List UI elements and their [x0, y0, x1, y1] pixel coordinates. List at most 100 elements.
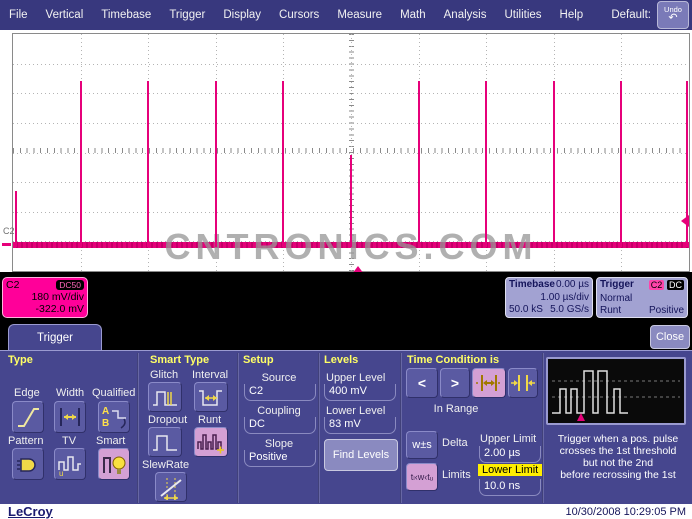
- setup-section-title: Setup: [243, 354, 274, 366]
- in-range-selected-label: In Range: [406, 403, 506, 415]
- smart-label: Smart: [96, 435, 125, 447]
- lower-level-field[interactable]: 83 mV: [324, 417, 396, 434]
- qualified-label: Qualified: [92, 387, 135, 399]
- trigger-mode: Normal: [600, 293, 632, 306]
- find-levels-button[interactable]: Find Levels: [324, 439, 398, 471]
- menu-math[interactable]: Math: [391, 9, 435, 21]
- trigger-type: Runt: [600, 305, 621, 318]
- coupling-label: Coupling: [242, 405, 316, 417]
- menu-display[interactable]: Display: [214, 9, 270, 21]
- levels-section-title: Levels: [324, 354, 358, 366]
- limits-label: Limits: [442, 469, 471, 481]
- interval-label: Interval: [192, 369, 228, 381]
- trigger-title: Trigger: [600, 279, 634, 293]
- tv-trigger-button[interactable]: u: [54, 448, 86, 480]
- timebase-descriptor-box[interactable]: Timebase 0.00 µs 1.00 µs/div 50.0 kS 5.0…: [505, 277, 593, 318]
- dropout-button[interactable]: [148, 427, 182, 457]
- type-section-title: Type: [8, 354, 33, 366]
- slewrate-label: SlewRate: [142, 459, 189, 471]
- menu-file[interactable]: File: [0, 9, 37, 21]
- dialog-tab-strip: Trigger Close: [0, 322, 692, 350]
- upper-limit-field[interactable]: 2.00 µs: [479, 446, 541, 463]
- menu-trigger[interactable]: Trigger: [160, 9, 214, 21]
- source-field[interactable]: C2: [244, 384, 316, 401]
- svg-text:A: A: [102, 406, 109, 417]
- slope-label: Slope: [242, 438, 316, 450]
- width-trigger-button[interactable]: [54, 401, 86, 433]
- upper-level-field[interactable]: 400 mV: [324, 384, 396, 401]
- source-label: Source: [242, 372, 316, 384]
- slewrate-icon: [157, 474, 185, 500]
- smart-bulb-icon: [100, 450, 128, 478]
- edge-label: Edge: [14, 387, 40, 399]
- upper-limit-label: Upper Limit: [480, 433, 536, 445]
- default-label: Default:: [611, 9, 657, 21]
- runt-button[interactable]: [194, 427, 228, 457]
- signal-spike: [553, 81, 555, 247]
- tab-trigger[interactable]: Trigger: [8, 324, 102, 351]
- menu-cursors[interactable]: Cursors: [270, 9, 328, 21]
- channel-name: C2: [6, 279, 19, 291]
- close-button[interactable]: Close: [650, 325, 690, 349]
- glitch-button[interactable]: [148, 382, 182, 412]
- glitch-label: Glitch: [150, 369, 178, 381]
- edge-icon: [14, 403, 42, 431]
- in-range-icon: [474, 370, 504, 396]
- trigger-description-line1: Trigger when a pos. pulse: [544, 433, 692, 445]
- signal-spike: [215, 81, 217, 247]
- svg-text:B: B: [102, 418, 109, 429]
- signal-spike: [282, 81, 284, 247]
- limits-button[interactable]: tₗ‹w‹tᵤ: [406, 463, 438, 491]
- menu-vertical[interactable]: Vertical: [37, 9, 93, 21]
- upper-level-label: Upper Level: [326, 372, 385, 384]
- pattern-trigger-button[interactable]: [12, 448, 44, 480]
- waveform-area: CNTRONICS.COM C2: [0, 30, 692, 272]
- runt-diagram: [546, 357, 686, 425]
- trigger-descriptor-box[interactable]: Trigger C2 DC Normal Runt Positive: [596, 277, 688, 318]
- less-than-button[interactable]: <: [406, 368, 438, 398]
- qualified-trigger-button[interactable]: A B: [98, 401, 130, 433]
- out-of-range-button[interactable]: [508, 368, 538, 398]
- interval-icon: [196, 384, 226, 410]
- greater-than-button[interactable]: >: [440, 368, 470, 398]
- trigger-source-badge: C2: [649, 280, 665, 290]
- slewrate-button[interactable]: [155, 472, 187, 502]
- delta-button-label: w±s: [412, 439, 431, 451]
- delta-button[interactable]: w±s: [406, 431, 438, 459]
- menu-analysis[interactable]: Analysis: [435, 9, 496, 21]
- channel-descriptor-box[interactable]: C2 DC50 180 mV/div -322.0 mV: [2, 277, 88, 318]
- menu-utilities[interactable]: Utilities: [495, 9, 550, 21]
- signal-spike: [620, 81, 622, 247]
- graticule: CNTRONICS.COM: [12, 33, 690, 272]
- lower-limit-field[interactable]: 10.0 ns: [479, 479, 541, 496]
- slope-field[interactable]: Positive: [244, 450, 316, 467]
- in-range-button[interactable]: [472, 368, 506, 398]
- runt-waveform-icon: [548, 359, 684, 423]
- sample-count: 50.0 kS: [509, 304, 543, 317]
- channel-axis-label: C2: [3, 226, 15, 236]
- smart-trigger-button[interactable]: [98, 448, 130, 480]
- trigger-description-line2: crosses the 1st threshold: [544, 445, 692, 457]
- trigger-coupling-badge: DC: [667, 280, 684, 290]
- edge-trigger-button[interactable]: [12, 401, 44, 433]
- coupling-badge: DC50: [56, 280, 84, 290]
- svg-text:u: u: [59, 469, 63, 478]
- trigger-description-line4: before recrossing the 1st: [544, 469, 692, 481]
- coupling-field[interactable]: DC: [244, 417, 316, 434]
- interval-button[interactable]: [194, 382, 228, 412]
- width-label: Width: [56, 387, 84, 399]
- menu-measure[interactable]: Measure: [328, 9, 391, 21]
- time-per-div: 1.00 µs/div: [540, 292, 589, 305]
- menu-timebase[interactable]: Timebase: [92, 9, 160, 21]
- trigger-dialog: Type Edge Width Qualified A B Pattern TV…: [0, 350, 692, 504]
- menu-help[interactable]: Help: [551, 9, 593, 21]
- undo-button[interactable]: Undo ↶: [657, 1, 689, 29]
- runt-icon: [196, 429, 226, 455]
- descriptor-strip: C2 DC50 180 mV/div -322.0 mV Timebase 0.…: [0, 272, 692, 322]
- runt-label: Runt: [198, 414, 221, 426]
- undo-arrow-icon: ↶: [668, 13, 677, 24]
- timebase-title: Timebase: [509, 279, 555, 292]
- signal-spike: [485, 81, 487, 247]
- delta-label: Delta: [442, 437, 468, 449]
- tv-label: TV: [62, 435, 76, 447]
